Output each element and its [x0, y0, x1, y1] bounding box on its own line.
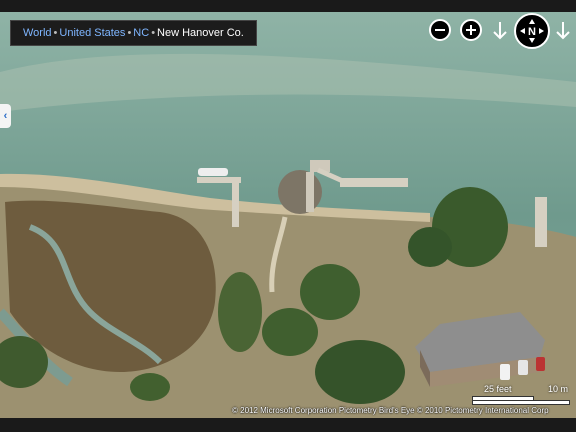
tree-cluster: [262, 308, 318, 356]
car: [536, 357, 545, 371]
tree-cluster: [278, 170, 322, 214]
tree-cluster: [218, 272, 262, 352]
dock: [306, 172, 314, 212]
compass-button[interactable]: N: [514, 13, 550, 49]
copyright-notice: © 2012 Microsoft Corporation Pictometry …: [232, 406, 549, 415]
boat: [198, 168, 228, 176]
arrow-down-icon: [556, 22, 570, 40]
tree-cluster: [130, 373, 170, 401]
plus-icon: [466, 25, 476, 35]
compass-icon: N: [520, 19, 544, 43]
breadcrumb: World • United States • NC • New Hanover Co.: [10, 20, 257, 46]
top-frame-bar: [0, 0, 576, 12]
dock: [340, 178, 408, 187]
zoom-in-button[interactable]: [460, 19, 482, 41]
scale-meters-label: 10 m: [547, 384, 568, 394]
arrow-down-icon: [493, 22, 507, 40]
dock: [535, 197, 547, 247]
map-viewer: World • United States • NC • New Hanover Co. N…: [0, 0, 576, 432]
tree-cluster: [408, 227, 452, 267]
car: [518, 360, 528, 375]
breadcrumb-world[interactable]: World: [23, 27, 52, 39]
side-panel-toggle[interactable]: ‹: [0, 104, 11, 128]
rotate-left-button[interactable]: [490, 19, 510, 43]
scale-bar: 25 feet 10 m: [470, 384, 572, 406]
dock: [232, 181, 239, 227]
tree-cluster: [300, 264, 360, 320]
chevron-left-icon: ‹: [3, 110, 8, 122]
compass-north-label: N: [528, 26, 536, 38]
scale-bar-meters: [472, 400, 570, 405]
car: [500, 364, 510, 380]
scale-feet-label: 25 feet: [484, 384, 512, 394]
minus-icon: [435, 29, 445, 31]
rotate-right-button[interactable]: [553, 19, 573, 43]
zoom-out-button[interactable]: [429, 19, 451, 41]
bottom-frame-bar: [0, 418, 576, 432]
breadcrumb-separator: •: [151, 27, 156, 39]
breadcrumb-nc[interactable]: NC: [133, 27, 149, 39]
aerial-map[interactable]: [0, 12, 576, 418]
tree-cluster: [315, 340, 405, 404]
breadcrumb-county: New Hanover Co.: [157, 27, 244, 39]
breadcrumb-united-states[interactable]: United States: [59, 27, 125, 39]
